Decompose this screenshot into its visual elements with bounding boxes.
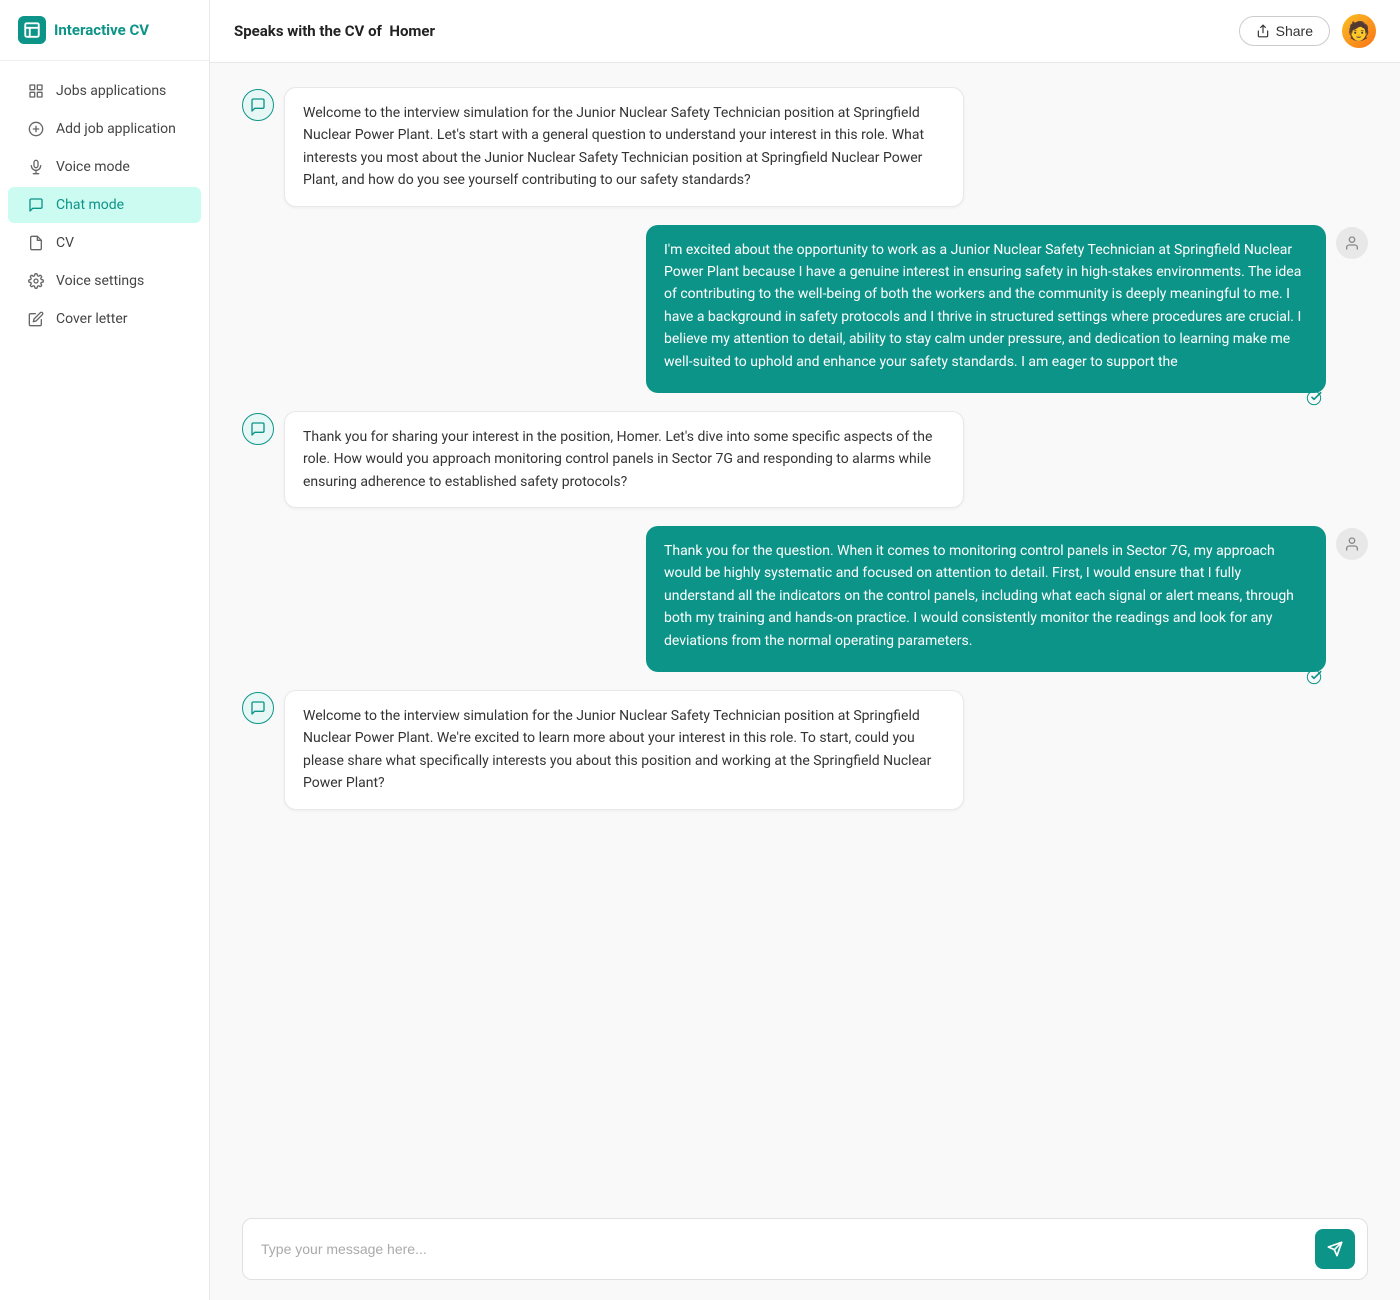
bot-avatar (242, 413, 274, 445)
chat-icon (26, 197, 46, 213)
sidebar-item-jobs-applications[interactable]: Jobs applications (8, 73, 201, 109)
sidebar-item-chat-mode[interactable]: Chat mode (8, 187, 201, 223)
settings-icon (26, 273, 46, 289)
sidebar-item-label: CV (56, 235, 74, 251)
user-avatar[interactable]: 🧑 (1342, 14, 1376, 48)
send-icon (1327, 1241, 1343, 1257)
message-bubble-user: Thank you for the question. When it come… (646, 526, 1326, 672)
user-avatar-msg (1336, 528, 1368, 560)
share-button[interactable]: Share (1239, 16, 1330, 46)
message-row: Thank you for the question. When it come… (242, 526, 1368, 672)
mic-icon (26, 159, 46, 175)
message-bubble-bot: Welcome to the interview simulation for … (284, 87, 964, 207)
speaks-with-label: Speaks with the CV of (234, 22, 382, 40)
bot-avatar (242, 89, 274, 121)
sidebar-item-voice-mode[interactable]: Voice mode (8, 149, 201, 185)
message-text: Welcome to the interview simulation for … (303, 708, 931, 791)
message-text: I'm excited about the opportunity to wor… (664, 242, 1301, 370)
message-row: Welcome to the interview simulation for … (242, 690, 1368, 810)
share-icon (1256, 24, 1270, 38)
input-area (210, 1202, 1400, 1300)
header-right: Share 🧑 (1239, 14, 1376, 48)
message-bubble-user: I'm excited about the opportunity to wor… (646, 225, 1326, 393)
sidebar-item-label: Voice settings (56, 273, 144, 289)
sidebar-item-voice-settings[interactable]: Voice settings (8, 263, 201, 299)
message-check-icon (1306, 390, 1322, 413)
main-content: Speaks with the CV of Homer Share 🧑 (210, 0, 1400, 1300)
file-icon (26, 235, 46, 251)
app-title: Interactive CV (54, 21, 149, 39)
send-button[interactable] (1315, 1229, 1355, 1269)
chat-area: Welcome to the interview simulation for … (210, 63, 1400, 1202)
input-container (242, 1218, 1368, 1280)
sidebar-item-cover-letter[interactable]: Cover letter (8, 301, 201, 337)
header: Speaks with the CV of Homer Share 🧑 (210, 0, 1400, 63)
user-name: Homer (389, 22, 435, 40)
message-check-icon (1306, 669, 1322, 692)
sidebar-item-label: Voice mode (56, 159, 130, 175)
message-bubble-bot: Thank you for sharing your interest in t… (284, 411, 964, 508)
sidebar-nav: Jobs applications Add job application Vo… (0, 61, 209, 349)
sidebar-item-label: Add job application (56, 121, 176, 137)
message-row: Welcome to the interview simulation for … (242, 87, 1368, 207)
sidebar-item-label: Chat mode (56, 197, 124, 213)
sidebar: Interactive CV Jobs applications Add job… (0, 0, 210, 1300)
sidebar-item-cv[interactable]: CV (8, 225, 201, 261)
message-text: Welcome to the interview simulation for … (303, 105, 924, 188)
message-bubble-bot: Welcome to the interview simulation for … (284, 690, 964, 810)
chat-input[interactable] (261, 1241, 1305, 1257)
bot-avatar (242, 692, 274, 724)
message-text: Thank you for sharing your interest in t… (303, 429, 932, 490)
message-row: Thank you for sharing your interest in t… (242, 411, 1368, 508)
user-avatar-msg (1336, 227, 1368, 259)
logo-icon (18, 16, 46, 44)
plus-circle-icon (26, 121, 46, 137)
share-button-label: Share (1276, 23, 1313, 39)
header-title: Speaks with the CV of Homer (234, 22, 435, 40)
message-text: Thank you for the question. When it come… (664, 543, 1294, 649)
sidebar-item-label: Jobs applications (56, 83, 166, 99)
sidebar-item-add-job-application[interactable]: Add job application (8, 111, 201, 147)
sidebar-item-label: Cover letter (56, 311, 127, 327)
edit-icon (26, 311, 46, 327)
message-row: I'm excited about the opportunity to wor… (242, 225, 1368, 393)
grid-icon (26, 83, 46, 99)
app-logo[interactable]: Interactive CV (0, 0, 209, 61)
